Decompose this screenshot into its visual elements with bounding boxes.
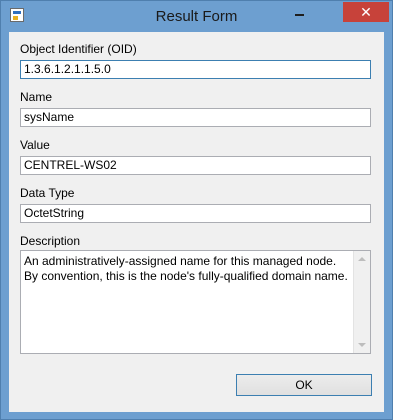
- oid-field[interactable]: 1.3.6.1.2.1.1.5.0: [20, 60, 371, 79]
- close-icon[interactable]: ✕: [343, 2, 389, 22]
- title-bar[interactable]: Result Form ✕: [1, 1, 392, 31]
- window-title: Result Form: [155, 8, 238, 25]
- value-label: Value: [20, 138, 50, 152]
- data-type-field[interactable]: OctetString: [20, 204, 371, 223]
- oid-label: Object Identifier (OID): [20, 42, 137, 56]
- name-label: Name: [20, 90, 53, 104]
- ok-button[interactable]: OK: [236, 374, 372, 396]
- description-textarea[interactable]: An administratively-assigned name for th…: [20, 250, 371, 354]
- result-form-window: Result Form ✕ Object Identifier (OID) 1.…: [0, 0, 393, 420]
- scroll-down-icon[interactable]: [358, 343, 366, 347]
- minimize-icon[interactable]: [286, 2, 312, 22]
- description-scrollbar[interactable]: [353, 251, 370, 353]
- value-field[interactable]: CENTREL-WS02: [20, 156, 371, 175]
- form-body: Object Identifier (OID) 1.3.6.1.2.1.1.5.…: [9, 32, 384, 412]
- description-text: An administratively-assigned name for th…: [24, 254, 348, 283]
- name-field[interactable]: sysName: [20, 108, 371, 127]
- data-type-label: Data Type: [20, 186, 75, 200]
- description-label: Description: [20, 234, 81, 248]
- scroll-up-icon[interactable]: [358, 257, 366, 261]
